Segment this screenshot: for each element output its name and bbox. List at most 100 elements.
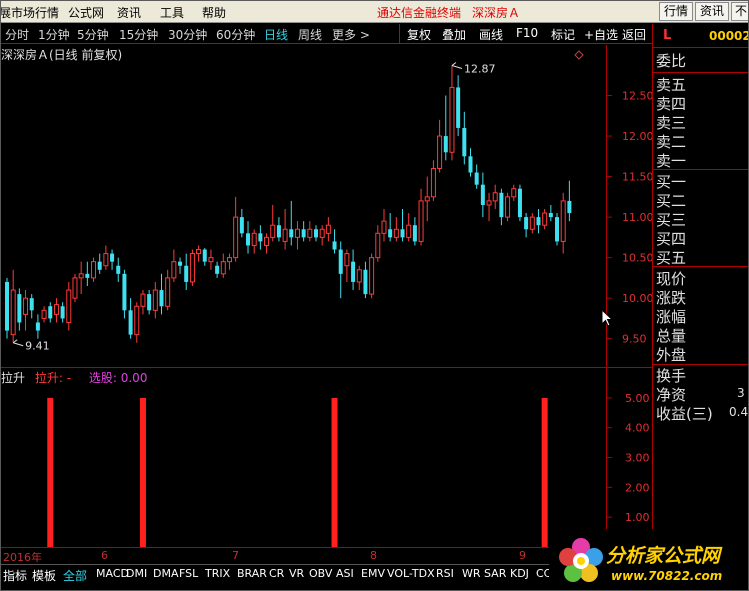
indicator-axis-ticks: 5.00 4.00 3.00 2.00 1.00	[606, 392, 650, 524]
candle-down	[202, 249, 207, 262]
candle-down	[517, 188, 522, 218]
candle-down	[110, 253, 115, 262]
candle-up	[369, 257, 375, 295]
candle-up	[449, 86, 455, 153]
period-1min[interactable]: 1分钟	[38, 26, 70, 43]
tab-indicator[interactable]: 指标	[3, 567, 27, 584]
period-weekly[interactable]: 周线	[298, 26, 322, 43]
mark-button[interactable]: 标记	[551, 26, 575, 43]
candle-up	[270, 224, 276, 238]
candle-up	[233, 216, 239, 259]
menu-bar: 展市场行情 公式网 资讯 工具 帮助 通达信金融终端 深深房Ａ 行情 资讯 不	[1, 1, 748, 23]
indicator-signal-bar	[541, 397, 548, 547]
tab-sar[interactable]: SAR	[484, 567, 506, 580]
candle-up	[375, 232, 381, 259]
quote-panel-header: L 00002	[653, 24, 748, 48]
candle-down	[548, 213, 553, 218]
tab-dma[interactable]: DMA	[153, 567, 179, 580]
period-60min[interactable]: 60分钟	[216, 26, 255, 43]
quote-row-bid2: 买二	[656, 192, 687, 210]
period-5min[interactable]: 5分钟	[77, 26, 109, 43]
tab-asi[interactable]: ASI	[336, 567, 354, 580]
candle-down	[184, 265, 189, 282]
menu-help[interactable]: 帮助	[202, 4, 226, 21]
menu-market[interactable]: 展市场行情	[1, 4, 59, 21]
candle-up	[505, 196, 511, 218]
menu-tools[interactable]: 工具	[160, 4, 184, 21]
indicator-tick-label: 2.00	[625, 481, 650, 494]
period-15min[interactable]: 15分钟	[119, 26, 158, 43]
candle-up	[319, 228, 325, 238]
indicator-header: 拉升 拉升: - 选股: 0.00	[1, 369, 147, 386]
period-30min[interactable]: 30分钟	[168, 26, 207, 43]
quote-row-change: 涨跌	[656, 289, 687, 307]
quote-row-commission-ratio: 委比	[656, 52, 687, 70]
low-arrow-icon	[12, 339, 24, 347]
period-tick[interactable]: 分时	[5, 26, 29, 43]
tab-cr[interactable]: CR	[269, 567, 284, 580]
adjust-button[interactable]: 复权	[407, 26, 431, 43]
candle-up	[152, 289, 158, 311]
tab-template[interactable]: 模板	[32, 567, 56, 584]
tab-all[interactable]: 全部	[63, 567, 87, 584]
tab-obv[interactable]: OBV	[309, 567, 332, 580]
news-button[interactable]: 资讯	[695, 2, 729, 21]
overlay-button[interactable]: 叠加	[442, 26, 466, 43]
candle-down	[400, 229, 405, 238]
candle-down	[17, 294, 22, 323]
candle-down	[412, 225, 417, 242]
app-title: 通达信金融终端	[377, 6, 462, 20]
draw-button[interactable]: 画线	[479, 26, 503, 43]
indicator-signal-bar	[331, 397, 338, 547]
candle-up	[72, 277, 78, 299]
price-tick-label: 9.50	[622, 333, 647, 346]
high-price-label: 12.87	[464, 63, 496, 76]
more-button[interactable]: 不	[731, 2, 748, 21]
tab-trix[interactable]: TRIX	[205, 567, 230, 580]
divider	[653, 72, 748, 73]
period-daily[interactable]: 日线	[264, 26, 288, 43]
candle-up	[307, 228, 313, 238]
tab-vr[interactable]: VR	[289, 567, 304, 580]
candle-up	[23, 297, 29, 315]
tab-wr[interactable]: WR	[462, 567, 481, 580]
tab-macd[interactable]: MACD	[96, 567, 129, 580]
candle-down	[314, 229, 318, 238]
tab-kdj[interactable]: KDJ	[510, 567, 529, 580]
quote-button[interactable]: 行情	[659, 2, 693, 21]
indicator-select-label: 选股: 0.00	[88, 371, 148, 385]
f10-button[interactable]: F10	[516, 26, 538, 40]
price-tick-label: 11.50	[622, 171, 652, 184]
stock-code: 00002	[709, 29, 749, 43]
tab-emv[interactable]: EMV	[361, 567, 385, 580]
diamond-icon[interactable]	[574, 50, 584, 60]
candle-down	[246, 233, 251, 246]
kline-chart[interactable]: 12.50 12.00 11.50 11.00 10.50 10.00 9.50 5.00 4…	[1, 45, 652, 565]
menu-formula-net[interactable]: 公式网	[68, 4, 104, 21]
add-watchlist-button[interactable]: +自选	[584, 26, 618, 43]
candle-up	[492, 192, 498, 202]
price-tick-label: 10.50	[622, 252, 652, 265]
candle-up	[91, 261, 97, 279]
tab-fsl[interactable]: FSL	[179, 567, 198, 580]
eps-value: 0.4	[729, 405, 749, 419]
date-label-aug: 8	[370, 549, 377, 562]
quote-row-ask4: 卖四	[656, 95, 687, 113]
back-button[interactable]: 返回	[622, 26, 646, 43]
tab-brar[interactable]: BRAR	[237, 567, 267, 580]
tab-dmi[interactable]: DMI	[126, 567, 147, 580]
candle-up	[251, 232, 257, 246]
tab-vol-tdx[interactable]: VOL-TDX	[387, 567, 435, 580]
menu-news[interactable]: 资讯	[117, 4, 141, 21]
candle-down	[85, 273, 90, 278]
candle-up	[437, 135, 443, 169]
candle-down	[468, 156, 473, 173]
candle-up	[189, 253, 195, 283]
period-more[interactable]: 更多 >	[332, 26, 370, 43]
tab-rsi[interactable]: RSI	[436, 567, 454, 580]
candle-down	[239, 217, 244, 234]
candle-up	[103, 253, 109, 267]
candle-up	[41, 309, 47, 319]
indicator-tick-label: 3.00	[625, 452, 650, 465]
candle-down	[536, 217, 541, 226]
